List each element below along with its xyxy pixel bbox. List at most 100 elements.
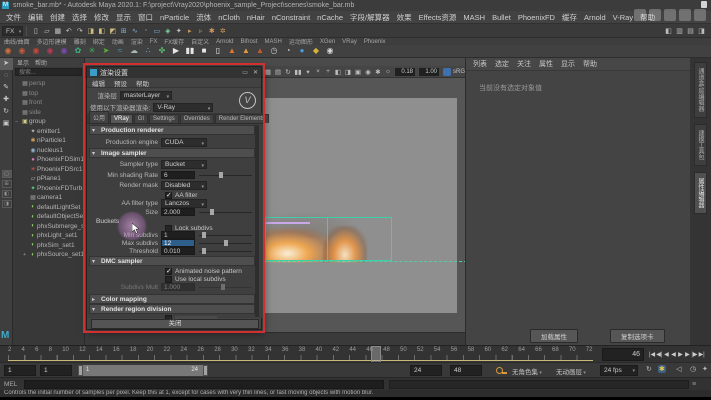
time-slider[interactable]: 2468101214161820222426283032343638404244… [0,345,711,362]
outliner-item[interactable]: ✳ PhoenixFDSrc1 [15,165,84,175]
go-to-start-button[interactable]: |◀ [649,351,655,358]
outliner-item[interactable]: ▱ pPlane1 [15,174,84,184]
attribute-editor-menu-item[interactable]: 关注 [517,59,531,69]
redo-icon[interactable]: ↷ [74,27,85,35]
snap-view-plane-icon[interactable]: ▭ [151,27,162,35]
shelf-tab[interactable]: Arnold [216,39,233,45]
aa-filter-size-slider[interactable] [199,208,255,216]
phoenix-flower-icon[interactable]: ✿ [72,45,84,57]
renderer-dropdown[interactable]: V-Ray [153,103,213,112]
menu-item[interactable]: PhoenixFD [518,13,555,22]
single-pane-layout-button[interactable]: ▢ [2,170,12,178]
shelf-tab[interactable]: FX缓存 [164,38,184,45]
phoenix-smoke-sim-icon[interactable]: ◉ [16,45,28,57]
snap-curve-icon[interactable]: ∿ [129,27,140,35]
playback-end-field[interactable]: 24 [410,365,442,376]
phoenix-liquid-sim-icon[interactable]: ◉ [44,45,56,57]
phoenix-ocean-icon[interactable]: ◉ [58,45,70,57]
render-icon[interactable]: ▦ [263,68,273,76]
rotate-tool-icon[interactable]: ↻ [0,106,13,118]
fire-preset-1-icon[interactable]: ▲ [226,45,238,57]
shelf-tab[interactable]: 渲染 [131,38,143,45]
attribute-editor-menu-item[interactable]: 帮助 [583,59,597,69]
outliner-item[interactable]: ▦ side [15,108,84,118]
shelf-tab[interactable]: 运动图形 [289,38,313,45]
menu-item[interactable]: 字段/解算器 [350,12,390,23]
shelf-tab[interactable]: 雕刻 [74,38,86,45]
sidebar-tab[interactable]: 建模工具包 [694,124,707,166]
range-end-handle[interactable] [203,365,208,376]
attribute-editor-menu-item[interactable]: 属性 [539,59,553,69]
open-render-view-icon[interactable]: ▸ [184,27,195,35]
hotkey-prefs-icon[interactable]: ✦ [702,365,708,373]
phoenix-leaf-icon[interactable]: ✤ [156,45,168,57]
dialog-tab[interactable]: Render Elements [215,114,269,123]
section-color-mapping[interactable]: Color mapping [89,294,255,304]
mute-audio-icon[interactable]: ◁ [676,365,681,373]
range-start-handle[interactable] [78,365,83,376]
menu-item[interactable]: 选择 [72,12,87,23]
lasso-tool-icon[interactable]: ◌ [0,70,13,82]
save-scene-icon[interactable]: ▦ [52,27,63,35]
tool-settings-toggle-icon[interactable]: ▥ [674,27,685,35]
min-shading-rate-slider[interactable] [199,171,255,179]
fps-dropdown[interactable]: 24 fps [600,365,638,376]
four-pane-layout-button[interactable]: ⊞ [2,180,12,188]
sim-range-icon[interactable]: ◔ [282,45,294,57]
anim-prefs-icon[interactable]: ◷ [690,365,696,373]
outliner-item[interactable]: ● PhoenixFDSim1 [15,155,84,165]
dialog-tab[interactable]: 公用 [89,111,109,123]
play-forward-button[interactable]: ▶ [677,351,683,358]
dialog-tab[interactable]: VRay [110,114,133,123]
scale-tool-icon[interactable]: ▣ [0,118,13,130]
close-button[interactable]: 关闭 [91,319,259,329]
shelf-tab[interactable]: XGen [320,39,335,45]
animation-end-field[interactable]: 48 [450,365,482,376]
phoenix-net-icon[interactable]: ✳ [86,45,98,57]
phoenix-explosion-icon[interactable]: ◉ [30,45,42,57]
display-alpha-icon[interactable]: ◨ [343,68,353,76]
exposure-icon[interactable]: ☼ [383,68,393,76]
exposure-field[interactable]: 0.18 [395,68,415,76]
phoenix-foam-icon[interactable]: ∴ [142,45,154,57]
current-frame-field[interactable]: 46 [602,348,644,361]
attribute-editor-menu-item[interactable]: 显示 [561,59,575,69]
snap-grid-icon[interactable]: ⊞ [118,27,129,35]
ipr-render-icon[interactable]: ↻ [283,68,293,76]
shelf-tab[interactable]: 曲线/曲面 [4,38,30,45]
command-language-toggle[interactable]: MEL [4,381,20,388]
shelf-tab[interactable]: FX [150,39,158,45]
menu-item[interactable]: 文件 [6,12,21,23]
command-input[interactable] [24,380,384,389]
outliner-item[interactable]: ▦ persp [15,79,84,89]
render-mask-dropdown[interactable]: Disabled [161,181,207,190]
delete-cache-icon[interactable]: ▯ [212,45,224,57]
menu-item[interactable]: 显示 [116,12,131,23]
sampler-type-dropdown[interactable]: Bucket [161,160,207,169]
section-production-renderer[interactable]: Production renderer [89,125,255,135]
keep-image-icon[interactable]: + [323,68,333,76]
paint-selection-tool-icon[interactable]: ✎ [0,82,13,94]
gamma-field[interactable]: 1.00 [419,68,439,76]
shelf-tab[interactable]: 自定义 [191,38,209,45]
shelf-tab[interactable]: Bifrost [240,39,257,45]
menu-item[interactable]: 编辑 [28,12,43,23]
auto-keyframe-icon[interactable]: ✱ [658,365,666,373]
outliner-item[interactable]: ◐ phxSim_set1 [15,241,84,251]
step-forward-key-button[interactable]: ▶ [684,351,690,358]
shelf-tab[interactable]: 多边形建模 [37,38,67,45]
dialog-menu-item[interactable]: 预设 [114,78,127,88]
shelf-tab[interactable]: MASH [264,39,281,45]
dialog-scrollbar[interactable] [255,125,259,317]
outliner-item[interactable]: ✦ emitter1 [15,127,84,137]
threshold-field[interactable]: 0.010 [161,247,195,255]
playback-options-icon[interactable]: ↻ [646,365,652,373]
select-object-icon[interactable]: ◧ [96,27,107,35]
make-live-icon[interactable]: ◈ [162,27,173,35]
move-tool-icon[interactable]: ✚ [0,94,13,106]
menu-set-dropdown[interactable]: FX [2,26,23,36]
character-set-dropdown[interactable]: 无角色集 [512,366,542,376]
outliner-item[interactable]: ◐ phxLight_set1 [15,231,84,241]
shelf-tab[interactable]: 绑定 [93,38,105,45]
persp-graph-layout-button[interactable]: ◨ [2,200,12,208]
